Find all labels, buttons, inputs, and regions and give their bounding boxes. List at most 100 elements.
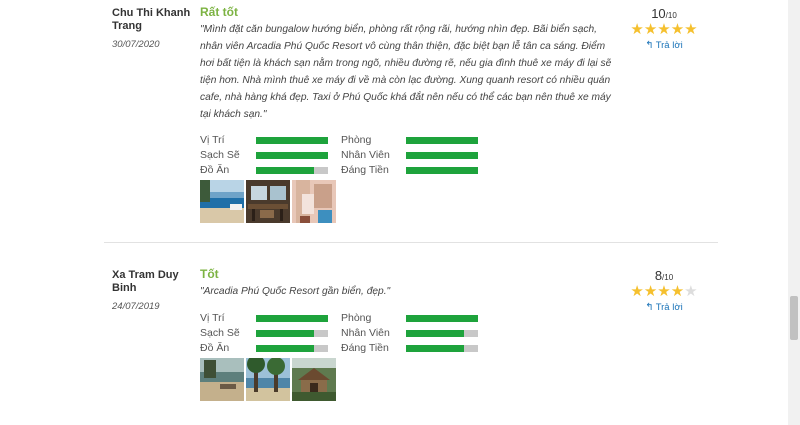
reply-label: Trả lời <box>655 302 683 313</box>
rating-bar <box>406 329 478 337</box>
star-icon: ★ <box>670 283 685 300</box>
review-card: Xa Tram Duy Binh 24/07/2019 Tốt "Arcadia… <box>104 262 718 425</box>
score-value: 10/10 <box>626 6 702 21</box>
review-content: Rất tốt "Mình đặt căn bungalow hướng biể… <box>200 4 620 223</box>
star-icon: ★ <box>684 283 698 300</box>
star-icon: ★ <box>657 283 671 300</box>
score-value: 8/10 <box>626 268 702 283</box>
rating-bar-fill <box>406 136 478 144</box>
author-name: Xa Tram Duy Binh <box>112 269 179 294</box>
star-icon: ★ <box>643 21 658 38</box>
star-icon: ★ <box>684 21 698 38</box>
rating-bar <box>406 314 478 322</box>
rating-row: Vị Trí <box>200 310 328 326</box>
rating-row: Đáng Tiền <box>341 340 478 356</box>
review-score: 8/10 ★★★★★ ↰ Trả lời <box>626 268 702 313</box>
star-icon: ★ <box>630 21 644 38</box>
star-rating: ★★★★★ <box>626 22 702 38</box>
reply-arrow-icon: ↰ <box>645 302 654 313</box>
rating-label: Sạch Sẽ <box>200 149 240 161</box>
rating-bar-fill <box>256 314 328 322</box>
rating-label: Nhân Viên <box>341 327 390 339</box>
review-photo[interactable] <box>200 358 244 401</box>
rating-label: Phòng <box>341 312 372 324</box>
rating-row: Nhân Viên <box>341 147 478 163</box>
review-photos <box>200 180 620 223</box>
star-rating: ★★★★★ <box>626 284 702 300</box>
review-card: Chu Thi Khanh Trang 30/07/2020 Rất tốt "… <box>104 0 718 243</box>
review-verdict: Rất tốt <box>200 5 238 19</box>
rating-label: Đáng Tiền <box>341 342 389 354</box>
reply-button[interactable]: ↰ Trả lời <box>626 40 702 51</box>
review-author: Chu Thi Khanh Trang 30/07/2020 <box>112 7 196 50</box>
rating-bar <box>406 136 478 144</box>
review-photo[interactable] <box>200 180 244 223</box>
review-comment: "Mình đặt căn bungalow hướng biển, phòng… <box>200 24 612 120</box>
rating-label: Đồ Ăn <box>200 342 230 354</box>
scrollbar-thumb[interactable] <box>790 296 798 340</box>
rating-row: Vị Trí <box>200 132 328 148</box>
star-icon: ★ <box>643 283 658 300</box>
rating-bar <box>406 151 478 159</box>
rating-row: Nhân Viên <box>341 325 478 341</box>
reply-button[interactable]: ↰ Trả lời <box>626 302 702 313</box>
rating-label: Nhân Viên <box>341 149 390 161</box>
reply-label: Trả lời <box>655 40 683 51</box>
rating-label: Vị Trí <box>200 312 225 324</box>
rating-row: Phòng <box>341 132 478 148</box>
rating-row: Đồ Ăn <box>200 162 328 178</box>
rating-bar-fill <box>406 166 478 174</box>
rating-bar <box>256 344 328 352</box>
rating-row: Sạch Sẽ <box>200 325 328 341</box>
rating-bar-fill <box>406 314 478 322</box>
score-max: /10 <box>665 11 677 20</box>
category-ratings: Vị Trí Sạch Sẽ Đồ Ăn Phòng Nhân Viên Đán… <box>200 132 620 178</box>
review-date: 30/07/2020 <box>112 39 160 50</box>
review-photo[interactable] <box>246 180 290 223</box>
rating-bar-fill <box>256 151 328 159</box>
rating-bar <box>256 329 328 337</box>
review-score: 10/10 ★★★★★ ↰ Trả lời <box>626 6 702 51</box>
rating-bar-fill <box>256 344 314 352</box>
score-max: /10 <box>662 273 674 282</box>
rating-bar-fill <box>256 329 314 337</box>
rating-row: Đáng Tiền <box>341 162 478 178</box>
rating-label: Phòng <box>341 134 372 146</box>
rating-bar <box>256 151 328 159</box>
rating-label: Đáng Tiền <box>341 164 389 176</box>
star-icon: ★ <box>630 283 644 300</box>
star-icon: ★ <box>657 21 671 38</box>
rating-row: Đồ Ăn <box>200 340 328 356</box>
rating-label: Vị Trí <box>200 134 225 146</box>
rating-bar <box>406 166 478 174</box>
rating-bar-fill <box>406 344 464 352</box>
rating-row: Phòng <box>341 310 478 326</box>
rating-bar <box>256 136 328 144</box>
rating-bar-fill <box>406 151 478 159</box>
review-date: 24/07/2019 <box>112 301 160 312</box>
rating-label: Sạch Sẽ <box>200 327 240 339</box>
review-comment: "Arcadia Phú Quốc Resort gần biển, đẹp." <box>200 286 391 297</box>
rating-bar <box>256 314 328 322</box>
category-ratings: Vị Trí Sạch Sẽ Đồ Ăn Phòng Nhân Viên Đán… <box>200 310 620 356</box>
rating-bar-fill <box>406 329 464 337</box>
rating-bar <box>256 166 328 174</box>
score-number: 10 <box>651 6 666 21</box>
review-photos <box>200 358 620 401</box>
rating-bar-fill <box>256 136 328 144</box>
rating-bar <box>406 344 478 352</box>
rating-row: Sạch Sẽ <box>200 147 328 163</box>
author-name: Chu Thi Khanh Trang <box>112 7 191 32</box>
review-photo[interactable] <box>246 358 290 401</box>
vertical-scrollbar[interactable] <box>788 0 800 425</box>
score-number: 8 <box>654 268 663 283</box>
rating-label: Đồ Ăn <box>200 164 230 176</box>
reply-arrow-icon: ↰ <box>645 40 654 51</box>
review-verdict: Tốt <box>200 267 219 281</box>
review-content: Tốt "Arcadia Phú Quốc Resort gần biển, đ… <box>200 266 620 401</box>
rating-bar-fill <box>256 166 314 174</box>
star-icon: ★ <box>670 21 685 38</box>
review-photo[interactable] <box>292 358 336 401</box>
review-author: Xa Tram Duy Binh 24/07/2019 <box>112 269 196 312</box>
review-photo[interactable] <box>292 180 336 223</box>
